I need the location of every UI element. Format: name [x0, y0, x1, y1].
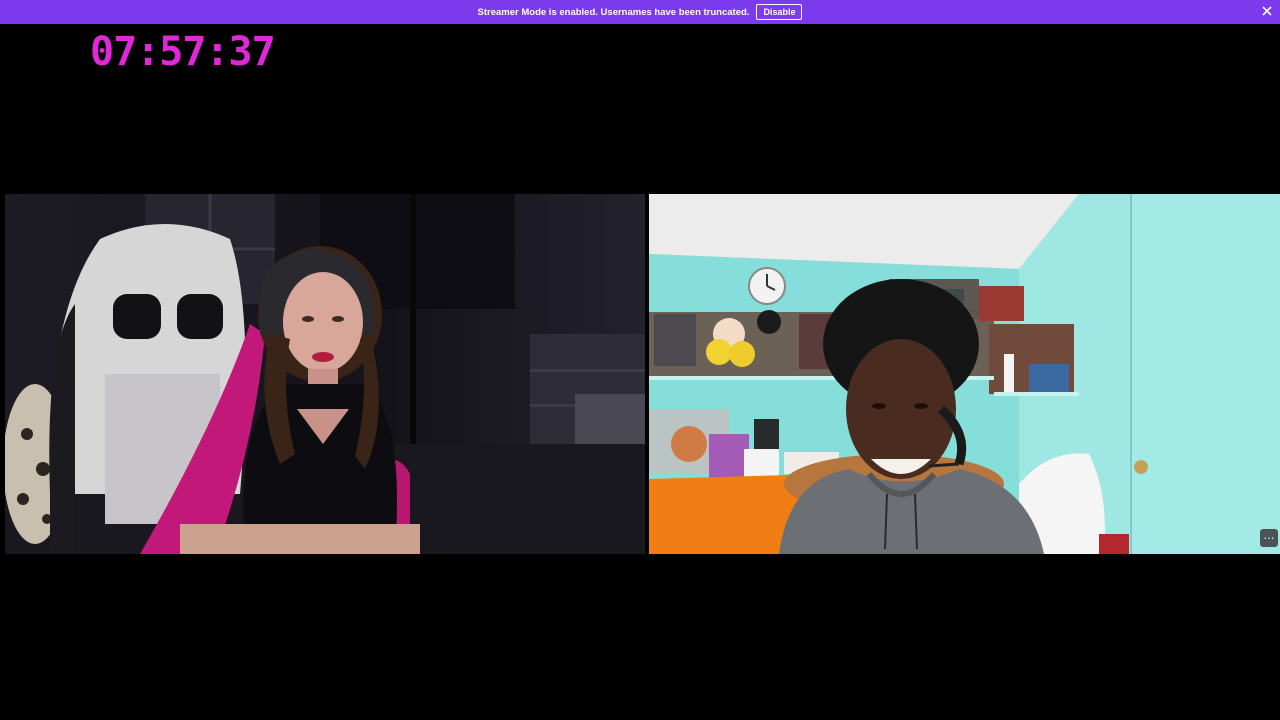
video-tile-right: …	[649, 194, 1280, 554]
stream-timer: 07:57:37	[90, 29, 276, 75]
streamer-mode-message: Streamer Mode is enabled. Usernames have…	[477, 6, 750, 18]
video-tile-left	[5, 194, 645, 554]
close-icon[interactable]	[1260, 4, 1274, 18]
streamer-mode-banner: Streamer Mode is enabled. Usernames have…	[0, 0, 1280, 24]
disable-streamer-mode-button[interactable]: Disable	[756, 4, 803, 20]
webcam-feed-left	[5, 194, 645, 554]
more-options-button[interactable]: …	[1260, 529, 1278, 547]
webcam-feed-right	[649, 194, 1280, 554]
ellipsis-icon: …	[1263, 529, 1275, 542]
